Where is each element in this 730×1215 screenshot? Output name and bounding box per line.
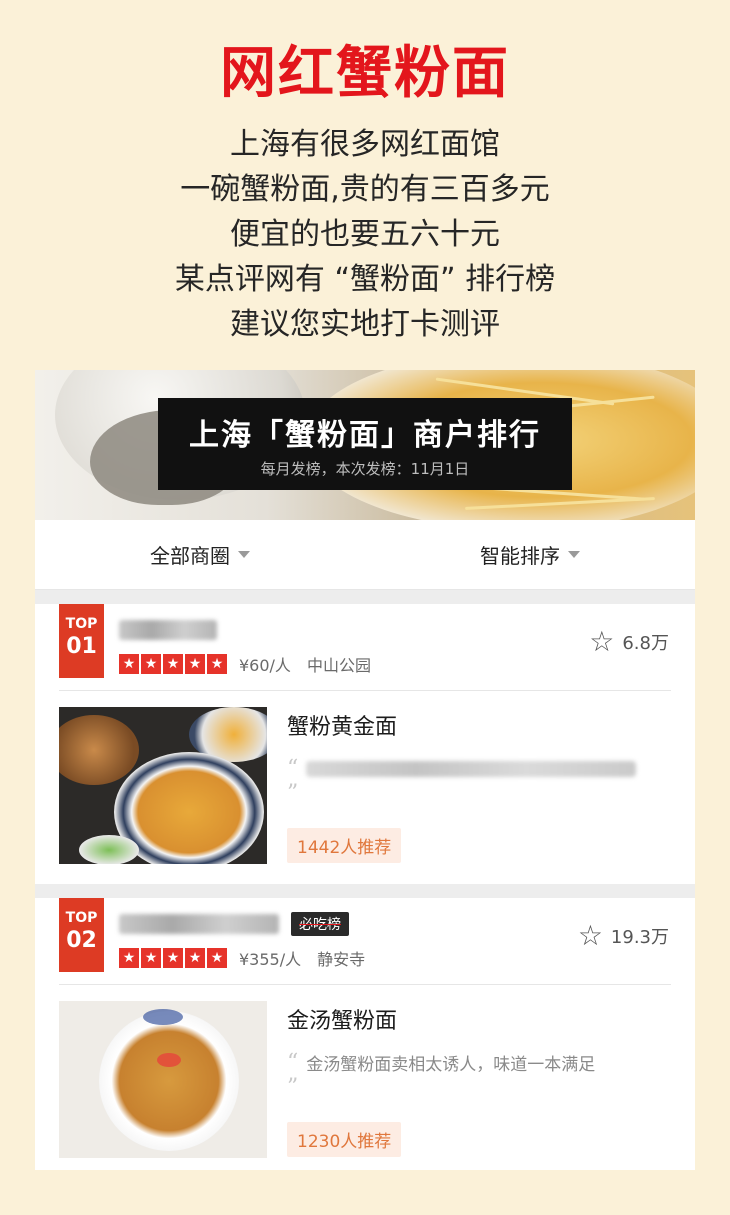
area-filter[interactable]: 全部商圈: [35, 520, 365, 589]
dish-name: 蟹粉黄金面: [287, 715, 398, 740]
blurred-shop-name: [119, 620, 217, 640]
star-icon: ★: [163, 654, 183, 674]
rank-top-label: TOP: [65, 616, 98, 632]
banner-title-box: 上海「蟹粉面」商户排行 每月发榜，本次发榜：11月1日: [158, 398, 572, 490]
star-rating: ★ ★ ★ ★ ★: [119, 654, 229, 674]
business-area: 静安寺: [317, 950, 366, 969]
star-icon: ★: [185, 948, 205, 968]
chevron-down-icon: [568, 551, 580, 558]
shop-name-blurred[interactable]: 必吃榜: [119, 910, 349, 938]
star-icon: ★: [207, 948, 227, 968]
chevron-down-icon: [238, 551, 250, 558]
list-item[interactable]: TOP 01 ★ ★ ★ ★ ★ ¥60/人 中山公园 ☆ 6.8万 蟹粉黄金面…: [35, 604, 695, 884]
dish-photo[interactable]: [59, 707, 267, 864]
star-outline-icon: ☆: [589, 625, 615, 658]
favorite-button[interactable]: ☆ 6.8万: [589, 628, 669, 656]
ranking-card: 上海「蟹粉面」商户排行 每月发榜，本次发榜：11月1日 全部商圈 智能排序 TO…: [35, 370, 695, 1170]
favorite-count: 6.8万: [622, 633, 669, 654]
intro-line: 一碗蟹粉面,贵的有三百多元: [180, 172, 550, 207]
rank-number: 01: [66, 634, 97, 659]
price-per-person: ¥355/人: [239, 950, 302, 969]
quote-close-icon: ”: [287, 781, 299, 806]
rating-row: ★ ★ ★ ★ ★ ¥355/人 静安寺: [119, 946, 365, 970]
banner-title: 上海「蟹粉面」商户排行: [189, 418, 541, 453]
star-icon: ★: [141, 654, 161, 674]
blurred-shop-name: [119, 914, 279, 934]
star-icon: ★: [185, 654, 205, 674]
page-title: 网红蟹粉面: [220, 40, 510, 106]
favorite-count: 19.3万: [610, 927, 669, 948]
star-outline-icon: ☆: [577, 919, 603, 952]
star-icon: ★: [119, 654, 139, 674]
sort-filter-label: 智能排序: [480, 544, 560, 568]
intro-text: 上海有很多网红面馆 一碗蟹粉面,贵的有三百多元 便宜的也要五六十元 某点评网有 …: [0, 122, 730, 347]
rank-badge: TOP 02: [59, 898, 104, 972]
intro-line: 上海有很多网红面馆: [230, 127, 500, 162]
rank-top-label: TOP: [65, 910, 98, 926]
blurred-review: [306, 760, 637, 777]
divider: [59, 984, 671, 985]
section-gap: [35, 884, 695, 898]
must-eat-tag: 必吃榜: [291, 912, 349, 936]
ranking-banner: 上海「蟹粉面」商户排行 每月发榜，本次发榜：11月1日: [35, 370, 695, 520]
rank-badge: TOP 01: [59, 604, 104, 678]
intro-line: 某点评网有 “蟹粉面” 排行榜: [174, 262, 556, 297]
sort-filter[interactable]: 智能排序: [365, 520, 695, 589]
intro-line: 便宜的也要五六十元: [230, 217, 500, 252]
star-icon: ★: [119, 948, 139, 968]
price-per-person: ¥60/人: [239, 656, 291, 675]
quote-open-icon: “: [287, 1050, 299, 1075]
list-item[interactable]: TOP 02 必吃榜 ★ ★ ★ ★ ★ ¥355/人 静安寺 ☆ 19.3万: [35, 898, 695, 1178]
quote-open-icon: “: [287, 756, 299, 781]
recommend-count: 1230人推荐: [287, 1122, 402, 1157]
star-rating: ★ ★ ★ ★ ★: [119, 948, 229, 968]
rating-row: ★ ★ ★ ★ ★ ¥60/人 中山公园: [119, 652, 371, 676]
section-gap: [35, 590, 695, 604]
business-area: 中山公园: [306, 656, 371, 675]
dish-photo[interactable]: [59, 1001, 267, 1158]
rank-number: 02: [66, 928, 97, 953]
recommend-count: 1442人推荐: [287, 828, 402, 863]
star-icon: ★: [163, 948, 183, 968]
review-text: 金汤蟹粉面卖相太诱人，味道一本满足: [306, 1055, 596, 1075]
review-snippet: “ ”: [287, 756, 667, 806]
quote-close-icon: ”: [287, 1075, 299, 1100]
banner-subtitle: 每月发榜，本次发榜：11月1日: [260, 460, 470, 478]
divider: [59, 690, 671, 691]
star-icon: ★: [207, 654, 227, 674]
dish-name: 金汤蟹粉面: [287, 1009, 398, 1034]
favorite-button[interactable]: ☆ 19.3万: [578, 922, 669, 950]
intro-line: 建议您实地打卡测评: [230, 307, 500, 342]
shop-name-blurred[interactable]: [119, 616, 217, 644]
filter-bar: 全部商圈 智能排序: [35, 520, 695, 590]
star-icon: ★: [141, 948, 161, 968]
area-filter-label: 全部商圈: [150, 544, 230, 568]
review-snippet: “ 金汤蟹粉面卖相太诱人，味道一本满足 ”: [287, 1050, 667, 1100]
